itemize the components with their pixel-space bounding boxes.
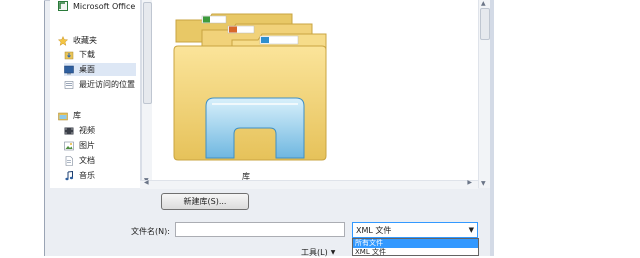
- sidebar-favorites-header[interactable]: 收藏夹: [58, 34, 97, 47]
- tools-label: 工具(L): [301, 248, 328, 257]
- sidebar-item-label: 最近访问的位置: [79, 80, 135, 89]
- library-icon: [58, 112, 68, 120]
- sidebar-item-label: 音乐: [79, 171, 95, 180]
- sidebar-item-recent-places[interactable]: 最近访问的位置: [64, 78, 135, 91]
- sidebar-header-label: 收藏夹: [73, 36, 97, 45]
- dialog-right-edge: [490, 0, 494, 256]
- picture-icon: [64, 141, 74, 150]
- scroll-up-arrow-icon[interactable]: ▲: [481, 0, 486, 7]
- chevron-down-icon[interactable]: ▼: [469, 226, 474, 234]
- filename-label: 文件名(N):: [131, 227, 170, 236]
- sidebar-libraries-header[interactable]: 库: [58, 109, 81, 122]
- sidebar-header-label: 库: [73, 111, 81, 120]
- sidebar-item-label: Microsoft Office: [73, 1, 136, 11]
- sidebar-item-pictures[interactable]: 图片: [64, 139, 95, 152]
- library-folder-large-icon[interactable]: [172, 6, 332, 164]
- sidebar-item-music[interactable]: 音乐: [64, 169, 95, 182]
- filename-input[interactable]: [175, 222, 345, 237]
- content-scroll-thumb[interactable]: [480, 8, 490, 40]
- chevron-down-icon: ▼: [330, 249, 336, 256]
- sidebar-item-label: 桌面: [79, 65, 95, 74]
- sidebar-item-label: 图片: [79, 141, 95, 150]
- sidebar-item-video[interactable]: 视频: [64, 124, 95, 137]
- scroll-right-arrow-icon[interactable]: ▶: [467, 179, 472, 186]
- filetype-dropdown-list: 所有文件 XML 文件: [352, 238, 479, 256]
- video-icon: [64, 127, 74, 134]
- sidebar-item-microsoft-office[interactable]: Microsoft Office: [58, 1, 135, 11]
- office-icon: [58, 1, 68, 11]
- sidebar-item-downloads[interactable]: 下载: [64, 48, 95, 61]
- nav-scrollbar[interactable]: ▼: [141, 0, 152, 188]
- sidebar-item-label: 文档: [79, 156, 95, 165]
- star-icon: [58, 35, 68, 46]
- horizontal-scrollbar[interactable]: ◀ ▶: [140, 179, 478, 189]
- tools-button[interactable]: 工具(L) ▼: [301, 247, 335, 258]
- desktop-icon: [64, 65, 74, 74]
- nav-scroll-thumb[interactable]: [143, 2, 152, 104]
- file-list-area[interactable]: 库: [152, 0, 478, 188]
- sidebar-item-label: 下载: [79, 50, 95, 59]
- new-library-button[interactable]: 新建库(S)...: [161, 193, 249, 210]
- music-icon: [65, 170, 74, 180]
- content-scrollbar[interactable]: ▲ ▼: [478, 0, 490, 188]
- sidebar-item-desktop[interactable]: 桌面: [64, 63, 136, 76]
- scroll-down-arrow-icon[interactable]: ▼: [481, 180, 486, 187]
- scroll-left-arrow-icon[interactable]: ◀: [144, 179, 149, 186]
- sidebar-item-documents[interactable]: 文档: [64, 154, 95, 167]
- recent-places-icon: [64, 80, 74, 89]
- document-icon: [65, 155, 73, 166]
- sidebar-item-label: 视频: [79, 126, 95, 135]
- filetype-selected-value: XML 文件: [356, 225, 392, 235]
- filetype-select[interactable]: XML 文件 ▼: [352, 222, 478, 238]
- download-folder-icon: [64, 51, 74, 59]
- filetype-option[interactable]: 所有文件: [353, 239, 478, 248]
